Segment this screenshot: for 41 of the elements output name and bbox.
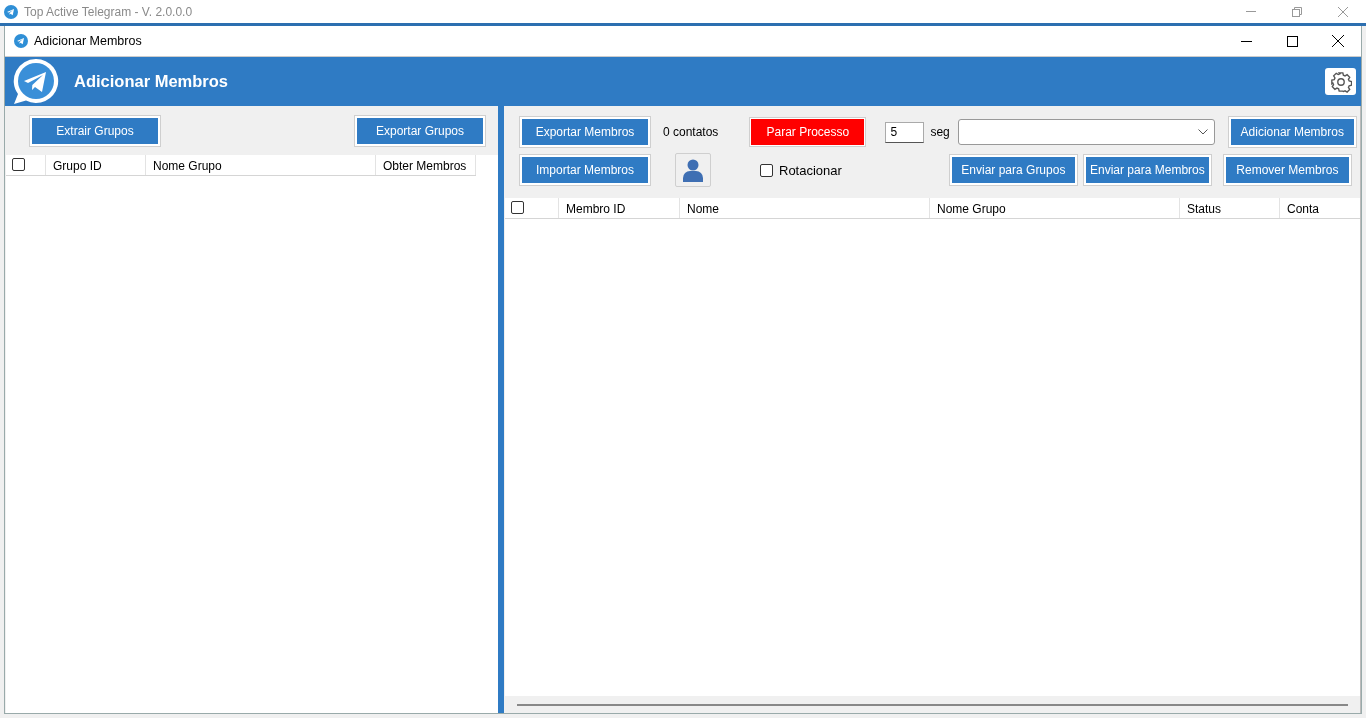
column-header[interactable]: Conta (1280, 198, 1360, 218)
close-icon[interactable] (1332, 35, 1344, 47)
window-title: Adicionar Membros (34, 34, 142, 48)
window-logo-icon (14, 34, 28, 48)
stop-button[interactable]: Parar Processo (750, 118, 866, 146)
import-button[interactable]: Importar Membros (520, 155, 650, 185)
rotate-label: Rotacionar (779, 162, 842, 178)
column-header[interactable]: Nome Grupo (930, 198, 1180, 218)
column-header[interactable]: Status (1180, 198, 1280, 218)
restore-icon[interactable] (1292, 6, 1302, 17)
action-button[interactable]: Exportar Grupos (355, 115, 486, 146)
chevron-down-icon (1197, 129, 1208, 135)
user-button[interactable] (675, 153, 711, 187)
contacts-count: 0 contatos (663, 125, 719, 139)
account-dropdown[interactable] (957, 119, 1215, 145)
action-button[interactable]: Extrair Grupos (30, 115, 160, 146)
minimize-icon[interactable] (1240, 40, 1252, 42)
maximize-icon[interactable] (1286, 35, 1298, 47)
column-header[interactable]: Obter Membros (376, 155, 476, 175)
add-button[interactable]: Adicionar Membros (1228, 117, 1356, 147)
column-header[interactable]: Nome Grupo (146, 155, 376, 175)
settings-button[interactable] (1325, 68, 1356, 95)
column-header[interactable]: Membro ID (559, 198, 680, 218)
select-all-checkbox[interactable] (12, 158, 25, 171)
remove-button[interactable]: Remover Membros (1223, 155, 1351, 185)
app-title: Top Active Telegram - V. 2.0.0.0 (24, 4, 193, 19)
select-all-checkbox[interactable] (511, 201, 524, 214)
rotate-checkbox[interactable]: Rotacionar (760, 162, 842, 178)
header-title: Adicionar Membros (74, 72, 229, 91)
checkbox[interactable] (760, 163, 773, 177)
delay-unit: seg (930, 125, 950, 139)
settings-icon (1329, 70, 1352, 93)
app-logo-icon (4, 4, 18, 19)
column-header[interactable]: Grupo ID (46, 155, 146, 175)
delay-input[interactable]: 5 (885, 121, 925, 143)
send-button[interactable]: Enviar para Grupos (949, 155, 1077, 185)
export-button[interactable]: Exportar Membros (520, 117, 650, 147)
column-header[interactable]: Nome (680, 198, 930, 218)
paper-plane-logo-icon (12, 58, 60, 105)
user-icon (683, 158, 703, 182)
send-button[interactable]: Enviar para Membros (1083, 155, 1211, 185)
